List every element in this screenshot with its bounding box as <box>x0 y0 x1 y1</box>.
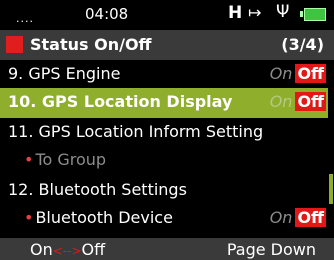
menu-square-icon <box>6 36 23 53</box>
usb-icon: Ψ <box>276 2 290 22</box>
network-indicator: H <box>228 3 243 23</box>
on-off-toggle[interactable]: On Off <box>270 208 326 227</box>
swap-arrows-icon: <--> <box>52 244 82 258</box>
menu-item-label: 10. GPS Location Display <box>8 92 233 111</box>
menu-item-gps-engine[interactable]: 9. GPS Engine On Off <box>0 60 334 90</box>
menu-item-gps-location-inform-setting[interactable]: 11. GPS Location Inform Setting <box>0 118 334 148</box>
transfer-arrow-icon: ↦ <box>248 3 262 22</box>
page-title: Status On/Off <box>30 35 152 54</box>
toggle-off-label: Off <box>295 64 326 83</box>
signal-dots-icon: .... <box>16 12 34 25</box>
menu-item-bluetooth-settings[interactable]: 12. Bluetooth Settings <box>0 176 334 206</box>
menu-item-label: 9. GPS Engine <box>8 64 121 83</box>
menu-item-gps-location-display[interactable]: 10. GPS Location Display On Off <box>0 88 334 118</box>
on-off-toggle[interactable]: On Off <box>270 64 326 83</box>
title-bar: Status On/Off (3/4) <box>0 30 334 60</box>
menu-subitem-bluetooth-device[interactable]: Bluetooth Device OnOff <box>0 204 334 234</box>
device-screen: .... 04:08 H ↦ Ψ Status On/Off (3/4) 9. … <box>0 0 334 260</box>
softkey-on-label: On <box>30 240 53 259</box>
menu-item-label: 11. GPS Location Inform Setting <box>8 122 264 141</box>
battery-icon <box>304 8 326 21</box>
scrollbar[interactable] <box>328 60 334 228</box>
toggle-on-label: On <box>269 208 293 227</box>
softkey-left[interactable]: On<-->Off <box>30 240 105 259</box>
scrollbar-thumb[interactable] <box>329 174 333 204</box>
status-bar: .... 04:08 H ↦ Ψ <box>0 0 334 30</box>
toggle-on-label: On <box>269 92 293 111</box>
toggle-on-label: On <box>269 64 293 83</box>
on-off-toggle[interactable]: On Off <box>270 92 326 111</box>
toggle-off-label: Off <box>295 208 326 227</box>
softkey-page-down[interactable]: Page Down <box>227 240 316 259</box>
battery-tip <box>300 11 303 17</box>
menu-subitem-label: Bluetooth Device <box>24 208 172 227</box>
softkey-off-label: Off <box>81 240 106 259</box>
menu-subitem-label: To Group <box>24 150 106 169</box>
menu-subitem-to-group[interactable]: To Group <box>0 146 334 176</box>
clock: 04:08 <box>85 5 129 23</box>
page-indicator: (3/4) <box>281 35 324 54</box>
toggle-off-label: Off <box>295 92 326 111</box>
softkey-bar: On<-->Off Page Down <box>0 238 334 260</box>
menu-item-label: 12. Bluetooth Settings <box>8 180 187 199</box>
